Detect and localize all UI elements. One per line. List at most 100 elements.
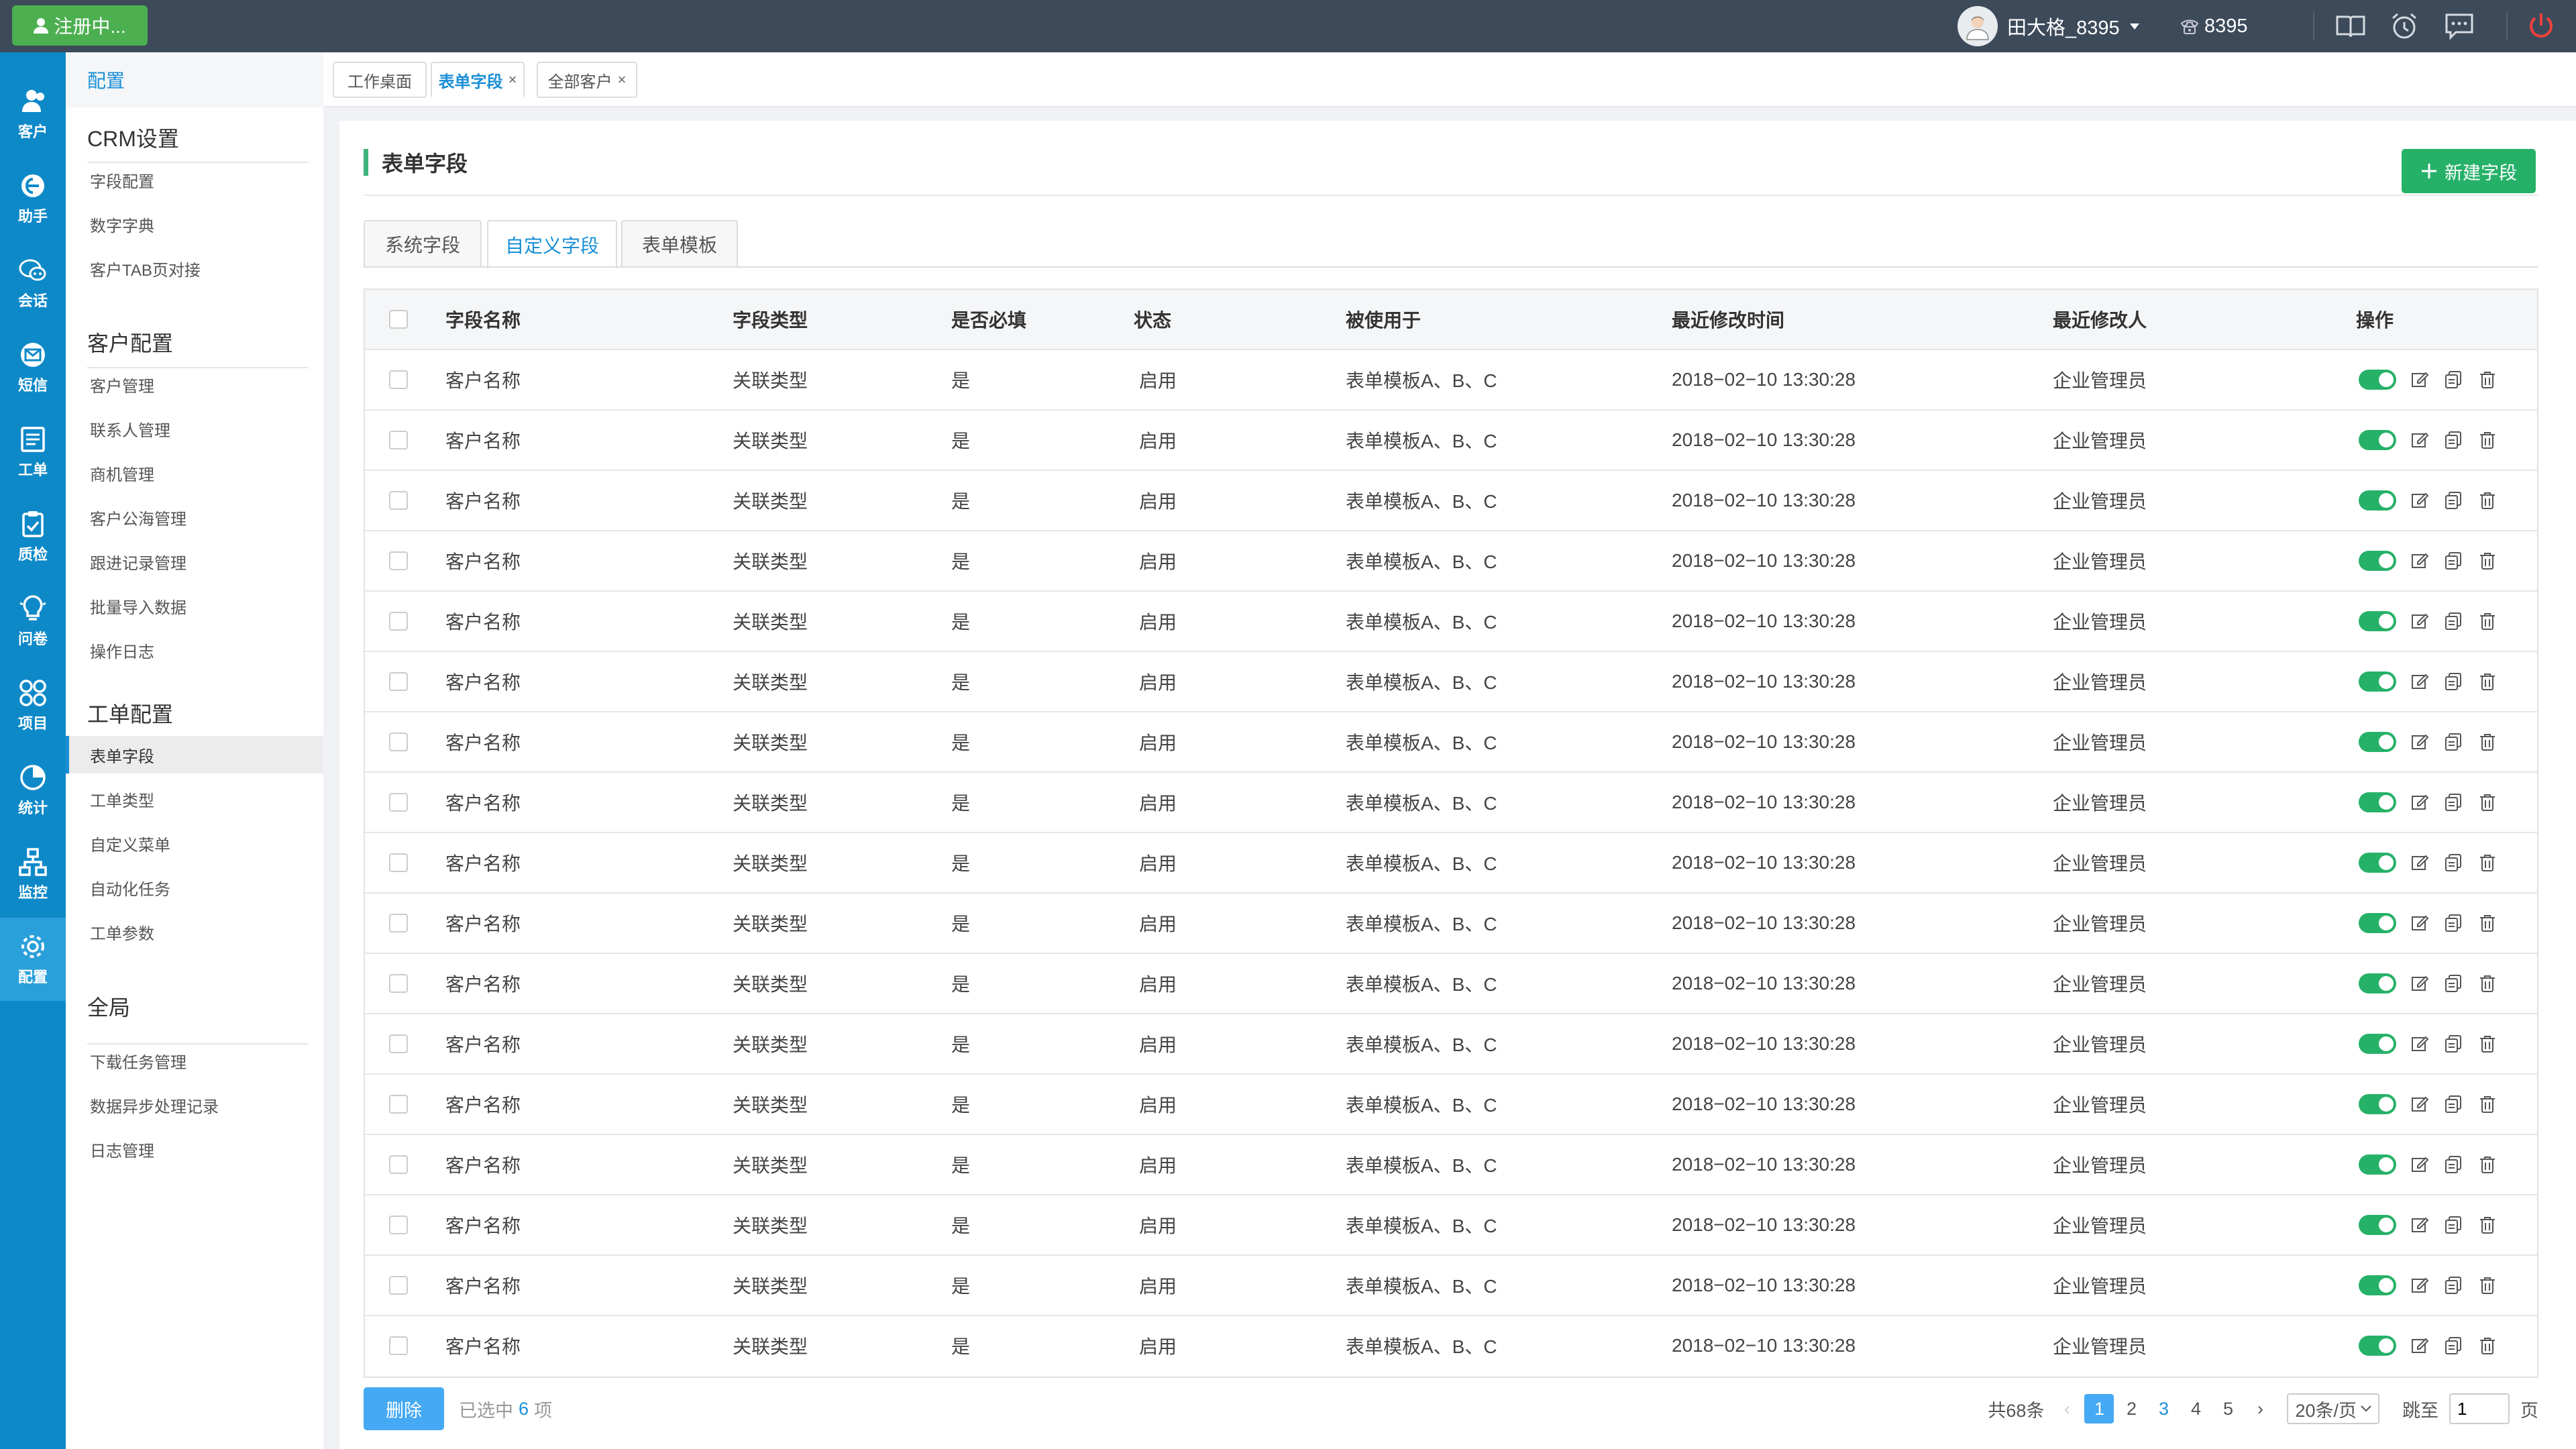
copy-icon[interactable]	[2445, 1336, 2463, 1355]
trash-icon[interactable]	[2478, 1034, 2497, 1053]
edit-icon[interactable]	[2411, 1276, 2430, 1295]
power-icon[interactable]	[2524, 9, 2559, 43]
trash-icon[interactable]	[2478, 974, 2497, 993]
copy-icon[interactable]	[2445, 974, 2463, 993]
row-checkbox[interactable]	[389, 1034, 408, 1053]
trash-icon[interactable]	[2478, 1155, 2497, 1174]
register-status-button[interactable]: 注册中...	[12, 5, 148, 46]
trash-icon[interactable]	[2478, 1276, 2497, 1295]
sidebar-item[interactable]: 表单字段	[66, 736, 323, 773]
sidebar-item[interactable]: 工单类型	[66, 780, 323, 818]
sidebar-item[interactable]: 日志管理	[66, 1130, 323, 1168]
copy-icon[interactable]	[2445, 853, 2463, 872]
copy-icon[interactable]	[2445, 491, 2463, 510]
row-checkbox[interactable]	[389, 1276, 408, 1295]
page-number-button[interactable]: 3	[2149, 1394, 2178, 1424]
status-toggle[interactable]	[2359, 973, 2396, 994]
status-toggle[interactable]	[2359, 611, 2396, 631]
edit-icon[interactable]	[2411, 1155, 2430, 1174]
nav-item-chat[interactable]: 会话	[0, 241, 66, 325]
row-checkbox[interactable]	[389, 1095, 408, 1114]
status-toggle[interactable]	[2359, 551, 2396, 571]
trash-icon[interactable]	[2478, 914, 2497, 932]
edit-icon[interactable]	[2411, 431, 2430, 449]
status-toggle[interactable]	[2359, 1155, 2396, 1175]
sidebar-item[interactable]: 客户TAB页对接	[66, 250, 323, 287]
row-checkbox[interactable]	[389, 370, 408, 389]
copy-icon[interactable]	[2445, 1155, 2463, 1174]
edit-icon[interactable]	[2411, 853, 2430, 872]
trash-icon[interactable]	[2478, 793, 2497, 812]
edit-icon[interactable]	[2411, 1095, 2430, 1114]
row-checkbox[interactable]	[389, 1336, 408, 1355]
row-checkbox[interactable]	[389, 793, 408, 812]
edit-icon[interactable]	[2411, 914, 2430, 932]
row-checkbox[interactable]	[389, 733, 408, 751]
status-toggle[interactable]	[2359, 1034, 2396, 1054]
edit-icon[interactable]	[2411, 672, 2430, 691]
sidebar-item[interactable]: 数字字典	[66, 205, 323, 243]
nav-item-stats[interactable]: 统计	[0, 749, 66, 832]
copy-icon[interactable]	[2445, 793, 2463, 812]
copy-icon[interactable]	[2445, 914, 2463, 932]
sidebar-item[interactable]: 数据异步处理记录	[66, 1086, 323, 1124]
edit-icon[interactable]	[2411, 1034, 2430, 1053]
copy-icon[interactable]	[2445, 1034, 2463, 1053]
row-checkbox[interactable]	[389, 491, 408, 510]
field-tab[interactable]: 自定义字段	[487, 220, 617, 268]
status-toggle[interactable]	[2359, 430, 2396, 450]
page-number-button[interactable]: 1	[2084, 1394, 2114, 1424]
status-toggle[interactable]	[2359, 672, 2396, 692]
prev-page-button[interactable]: ‹	[2052, 1394, 2082, 1424]
copy-icon[interactable]	[2445, 370, 2463, 389]
copy-icon[interactable]	[2445, 1276, 2463, 1295]
row-checkbox[interactable]	[389, 310, 408, 329]
sidebar-item[interactable]: 客户管理	[66, 366, 323, 403]
message-board-icon[interactable]	[2442, 9, 2477, 43]
status-toggle[interactable]	[2359, 792, 2396, 812]
row-checkbox[interactable]	[389, 612, 408, 631]
status-toggle[interactable]	[2359, 1094, 2396, 1114]
trash-icon[interactable]	[2478, 1095, 2497, 1114]
trash-icon[interactable]	[2478, 431, 2497, 449]
status-toggle[interactable]	[2359, 853, 2396, 873]
nav-item-project[interactable]: 项目	[0, 664, 66, 747]
page-number-button[interactable]: 4	[2181, 1394, 2210, 1424]
delete-button[interactable]: 删除	[364, 1387, 444, 1430]
page-number-button[interactable]: 2	[2116, 1394, 2146, 1424]
trash-icon[interactable]	[2478, 612, 2497, 631]
copy-icon[interactable]	[2445, 1216, 2463, 1234]
trash-icon[interactable]	[2478, 370, 2497, 389]
edit-icon[interactable]	[2411, 1336, 2430, 1355]
sidebar-item[interactable]: 跟进记录管理	[66, 543, 323, 580]
nav-item-ticket[interactable]: 工单	[0, 411, 66, 494]
trash-icon[interactable]	[2478, 491, 2497, 510]
row-checkbox[interactable]	[389, 431, 408, 449]
trash-icon[interactable]	[2478, 733, 2497, 751]
nav-item-monitor[interactable]: 监控	[0, 833, 66, 916]
next-page-button[interactable]: ›	[2245, 1394, 2275, 1424]
nav-item-survey[interactable]: 问卷	[0, 580, 66, 663]
sidebar-item[interactable]: 字段配置	[66, 161, 323, 199]
close-icon[interactable]: ×	[618, 71, 627, 89]
edit-icon[interactable]	[2411, 793, 2430, 812]
trash-icon[interactable]	[2478, 1336, 2497, 1355]
nav-item-quality-check[interactable]: 质检	[0, 495, 66, 578]
field-tab[interactable]: 系统字段	[364, 220, 482, 267]
sidebar-item[interactable]: 自动化任务	[66, 869, 323, 906]
copy-icon[interactable]	[2445, 733, 2463, 751]
edit-icon[interactable]	[2411, 1216, 2430, 1234]
row-checkbox[interactable]	[389, 914, 408, 932]
sidebar-item[interactable]: 工单参数	[66, 913, 323, 951]
copy-icon[interactable]	[2445, 1095, 2463, 1114]
book-icon[interactable]	[2333, 9, 2368, 43]
edit-icon[interactable]	[2411, 612, 2430, 631]
user-menu[interactable]: 田大格_8395	[1957, 0, 2140, 52]
close-icon[interactable]: ×	[508, 71, 517, 89]
nav-item-sms[interactable]: 短信	[0, 326, 66, 409]
nav-item-customers[interactable]: 客户	[0, 72, 66, 156]
nav-item-settings[interactable]: 配置	[0, 918, 66, 1001]
trash-icon[interactable]	[2478, 672, 2497, 691]
copy-icon[interactable]	[2445, 551, 2463, 570]
page-tab[interactable]: 表单字段 ×	[431, 62, 525, 98]
